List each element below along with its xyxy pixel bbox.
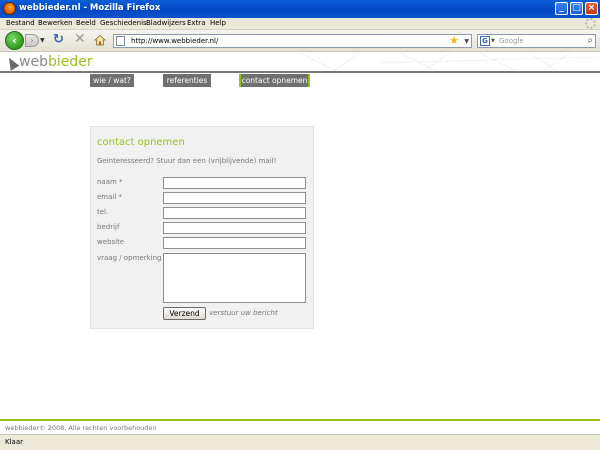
submit-hint: verstuur uw bericht xyxy=(209,309,278,317)
minimize-button[interactable]: _ xyxy=(555,2,568,15)
forward-button[interactable]: › xyxy=(25,34,39,47)
vraag-opmerking-textarea[interactable] xyxy=(163,253,306,303)
tab-wie-wat[interactable]: wie / wat? xyxy=(90,74,134,87)
search-bar[interactable]: G ▼ Google ⌕ xyxy=(477,34,596,48)
close-button[interactable]: × xyxy=(585,2,598,15)
naam-input[interactable] xyxy=(163,177,306,189)
menu-bewerken[interactable]: Bewerken xyxy=(38,19,73,27)
label-tel: tel. xyxy=(97,208,109,216)
page-icon xyxy=(116,36,125,46)
logo-bieder: bieder xyxy=(47,54,93,70)
address-bar[interactable]: http://www.webbieder.nl/ ★ ▼ xyxy=(113,34,472,48)
status-text: Klaar xyxy=(5,438,23,446)
back-button[interactable]: ‹ xyxy=(5,31,24,50)
status-bar: Klaar xyxy=(0,434,600,450)
form-heading: contact opnemen xyxy=(97,137,185,148)
menu-beeld[interactable]: Beeld xyxy=(76,19,96,27)
window-title: webbieder.nl - Mozilla Firefox xyxy=(19,3,161,13)
logo-web: web xyxy=(19,54,48,70)
navigation-toolbar: ‹ › ▼ ↻ ✕ http://www.webbieder.nl/ ★ ▼ G… xyxy=(0,30,600,52)
tab-contact-opnemen[interactable]: contact opnemen xyxy=(239,74,310,87)
footer-divider xyxy=(0,419,600,421)
search-input[interactable]: Google xyxy=(499,37,524,45)
maximize-button[interactable]: □ xyxy=(570,2,583,15)
tab-referenties[interactable]: referenties xyxy=(163,74,211,87)
history-dropdown-icon[interactable]: ▼ xyxy=(40,37,45,44)
form-intro: Geinteresseerd? Stuur dan een (vrijblijv… xyxy=(97,157,277,165)
home-icon[interactable] xyxy=(94,34,106,46)
menu-bladwijzers[interactable]: Bladwijzers xyxy=(146,19,186,27)
firefox-icon xyxy=(3,2,16,15)
email-input[interactable] xyxy=(163,192,306,204)
site-header: webbieder xyxy=(0,53,600,73)
tel-input[interactable] xyxy=(163,207,306,219)
stop-icon[interactable]: ✕ xyxy=(74,32,86,47)
throbber-icon xyxy=(585,18,596,29)
title-bar: webbieder.nl - Mozilla Firefox _ □ × xyxy=(0,0,600,18)
reload-icon[interactable]: ↻ xyxy=(53,33,64,47)
label-bedrijf: bedrijf xyxy=(97,223,120,231)
search-engine-icon[interactable]: G xyxy=(480,36,490,46)
footer-text: webbieder© 2008. Alle rechten voorbehoud… xyxy=(5,424,157,432)
bedrijf-input[interactable] xyxy=(163,222,306,234)
menu-extra[interactable]: Extra xyxy=(187,19,205,27)
bookmark-star-icon[interactable]: ★ xyxy=(449,34,459,47)
search-icon[interactable]: ⌕ xyxy=(587,35,593,46)
search-engine-dropdown-icon[interactable]: ▼ xyxy=(491,38,495,44)
menu-geschiedenis[interactable]: Geschiedenis xyxy=(100,19,147,27)
url-dropdown-icon[interactable]: ▼ xyxy=(464,38,469,45)
site-logo[interactable]: webbieder xyxy=(19,54,93,70)
menu-bar: Bestand Bewerken Beeld Geschiedenis Blad… xyxy=(0,18,600,30)
verzend-button[interactable]: Verzend xyxy=(163,307,206,320)
menu-bestand[interactable]: Bestand xyxy=(6,19,35,27)
url-text[interactable]: http://www.webbieder.nl/ xyxy=(131,37,218,45)
label-website: website xyxy=(97,238,125,246)
menu-help[interactable]: Help xyxy=(210,19,226,27)
label-email: email * xyxy=(97,193,123,201)
website-input[interactable] xyxy=(163,237,306,249)
contact-form: contact opnemen Geinteresseerd? Stuur da… xyxy=(90,126,314,329)
label-naam: naam * xyxy=(97,178,123,186)
label-vraag-opmerking: vraag / opmerking * xyxy=(97,254,168,262)
